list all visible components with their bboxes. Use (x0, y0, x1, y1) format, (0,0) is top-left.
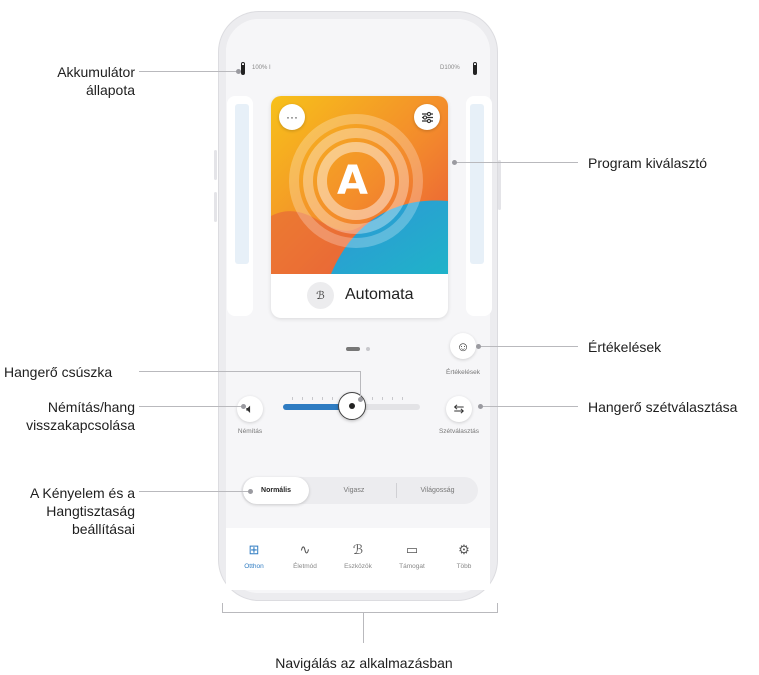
hearing-aid-icon: ℬ (307, 282, 334, 309)
mode-comfort[interactable]: Vigasz (313, 477, 395, 504)
battery-leader-dot (236, 69, 241, 74)
mute-button[interactable]: 🔈︎ (237, 396, 263, 422)
pager-dot[interactable] (366, 347, 370, 351)
annotation-volume-slider: Hangerő csúszka (4, 364, 113, 380)
phone-side-button (498, 160, 501, 210)
mute-leader-dot (241, 404, 246, 409)
bottom-navigation: ⊞ Otthon ∿ Életmód ℬ Eszközök ▭ Támogat … (226, 528, 490, 590)
left-battery-icon (241, 62, 245, 75)
ratings-leader-dot (476, 344, 481, 349)
slider-leader-dot (358, 397, 363, 402)
comfort-leader-line (139, 491, 250, 492)
program-leader-dot (452, 160, 457, 165)
nav-label-devices: Eszközök (344, 563, 372, 570)
phone-side-button (214, 192, 217, 222)
mute-leader-line (139, 406, 243, 407)
previous-program-card[interactable] (227, 96, 253, 316)
hearing-aid-icon: ℬ (352, 542, 364, 557)
split-label: Szétválasztás (438, 428, 480, 435)
program-letter: A (337, 158, 368, 204)
smiley-icon: ☺ (456, 338, 470, 354)
nav-label-support: Támogat (399, 563, 425, 570)
nav-label-lifestyle: Életmód (293, 563, 317, 570)
slider-leader-vertical (360, 371, 361, 399)
nav-label-more: Több (456, 563, 472, 570)
battery-leader-line (139, 71, 238, 72)
navigation-bracket (222, 603, 498, 613)
split-arrows-icon: ⇆ (453, 401, 465, 416)
gear-icon: ⚙ (458, 542, 470, 557)
mute-label: Némítás (237, 428, 263, 435)
sound-mode-selector: Normális Vigasz Világosság (241, 477, 478, 504)
left-battery-status: 100% I (252, 65, 271, 71)
program-name: Automata (345, 286, 414, 303)
annotation-ratings: Értékelések (588, 339, 662, 355)
comfort-leader-dot (248, 489, 253, 494)
nav-label-home: Otthon (244, 563, 264, 570)
split-leader-dot (478, 404, 483, 409)
annotation-comfort-clarity: A Kényelem és a Hangtisztaság beállítása… (29, 485, 135, 537)
home-grid-icon: ⊞ (248, 542, 260, 557)
split-leader-line (480, 406, 578, 407)
annotation-battery: Akkumulátor állapota (57, 64, 135, 98)
program-settings-button[interactable] (414, 104, 440, 130)
speaker-icon: 🔈︎ (246, 401, 254, 416)
program-leader-line (454, 162, 578, 163)
chat-bubble-icon: ▭ (405, 542, 419, 557)
annotation-split: Hangerő szétválasztása (588, 399, 738, 415)
nav-item-more[interactable]: ⚙ Több (442, 542, 486, 570)
program-card[interactable]: A ··· ℬ Automata (271, 96, 448, 318)
more-options-button[interactable]: ··· (279, 104, 305, 130)
right-battery-icon (473, 62, 477, 75)
annotation-mute: Némítás/hang visszakapcsolása (26, 399, 135, 433)
slider-leader-line (139, 371, 360, 372)
ratings-button[interactable]: ☺ (450, 333, 476, 359)
activity-icon: ∿ (299, 542, 311, 557)
nav-item-home[interactable]: ⊞ Otthon (232, 542, 276, 570)
split-volume-button[interactable]: ⇆ (446, 396, 472, 422)
more-dots-icon: ··· (286, 110, 298, 124)
next-program-card[interactable] (466, 96, 492, 316)
nav-item-support[interactable]: ▭ Támogat (390, 542, 434, 570)
navigation-leader-line (363, 613, 364, 643)
annotation-navigation: Navigálás az alkalmazásban (275, 655, 453, 671)
right-battery-status: D100% (440, 65, 460, 71)
annotation-program-selector: Program kiválasztó (588, 155, 708, 171)
phone-side-button (214, 150, 217, 180)
ratings-label: Értékelések (446, 369, 480, 376)
mode-clarity[interactable]: Világosság (397, 477, 478, 504)
nav-item-devices[interactable]: ℬ Eszközök (336, 542, 380, 570)
sliders-icon (421, 111, 433, 123)
nav-item-lifestyle[interactable]: ∿ Életmód (283, 542, 327, 570)
ratings-leader-line (478, 346, 578, 347)
pager-dot-active[interactable] (346, 347, 360, 351)
